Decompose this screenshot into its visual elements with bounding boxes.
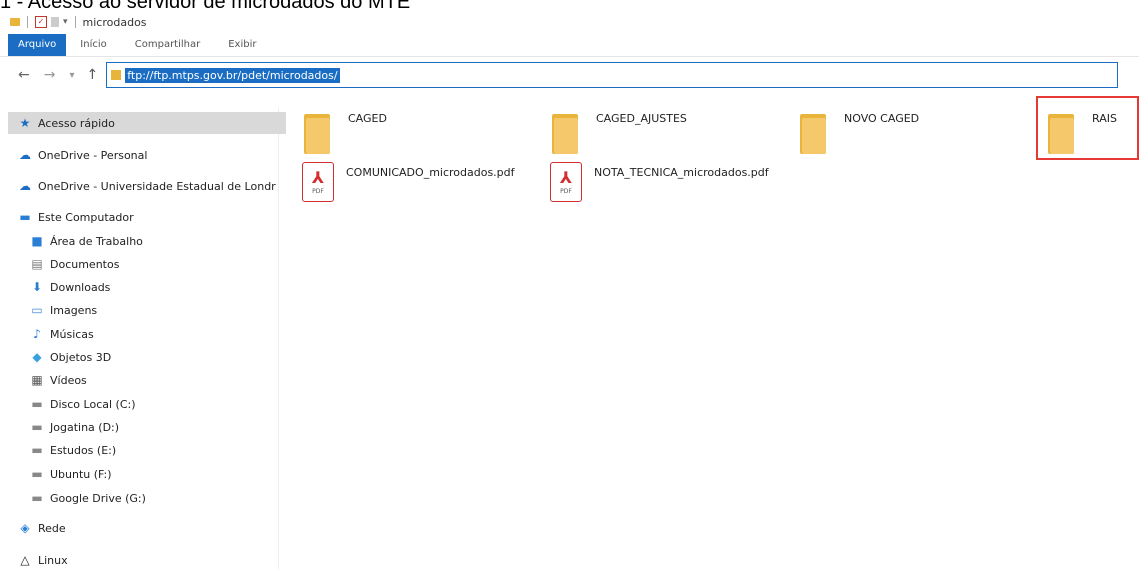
cloud-icon: ☁ — [19, 148, 31, 162]
sidebar-item-ubuntu-f[interactable]: ▬ Ubuntu (F:) — [30, 463, 112, 485]
folder-icon — [1048, 114, 1074, 154]
file-name: CAGED — [348, 112, 387, 125]
sidebar-item-acesso-rapido[interactable]: ★ Acesso rápido — [8, 112, 286, 134]
file-name: CAGED_AJUSTES — [596, 112, 687, 125]
videos-icon: ▦ — [31, 373, 43, 387]
star-icon: ★ — [19, 116, 31, 130]
ribbon-tabs: Arquivo Início Compartilhar Exibir — [0, 34, 1139, 57]
folder-item-novo-caged[interactable]: NOVO CAGED — [800, 108, 919, 154]
sidebar-item-imagens[interactable]: ▭ Imagens — [30, 299, 97, 321]
folder-item-caged[interactable]: CAGED — [304, 108, 387, 154]
address-bar: ← → ▾ ↑ ftp://ftp.mtps.gov.br/pdet/micro… — [0, 60, 1139, 90]
sidebar-item-onedrive-personal[interactable]: ☁ OneDrive - Personal — [18, 144, 147, 166]
sidebar-item-label: Acesso rápido — [38, 116, 115, 130]
address-path[interactable]: ftp://ftp.mtps.gov.br/pdet/microdados/ — [125, 67, 340, 83]
sidebar-item-label: Músicas — [50, 327, 94, 341]
tab-compartilhar[interactable]: Compartilhar — [121, 34, 214, 56]
title-bar: ✓ ▾ microdados — [0, 12, 1139, 32]
separator — [27, 16, 28, 28]
sidebar-item-label: Jogatina (D:) — [50, 420, 120, 434]
sidebar-item-google-drive-g[interactable]: ▬ Google Drive (G:) — [30, 487, 146, 509]
folder-icon — [800, 114, 826, 154]
sidebar-item-videos[interactable]: ▦ Vídeos — [30, 369, 87, 391]
sidebar-item-label: Estudos (E:) — [50, 443, 117, 457]
new-folder-icon[interactable] — [51, 17, 59, 27]
folder-item-rais[interactable]: RAIS — [1048, 108, 1117, 154]
folder-icon[interactable] — [10, 18, 20, 26]
file-item-nota-tecnica-pdf[interactable]: ⅄ PDF NOTA_TECNICA_microdados.pdf — [550, 162, 769, 202]
network-icon: ◈ — [20, 521, 30, 535]
drive-icon: ▬ — [31, 397, 43, 411]
customize-toolbar-icon[interactable]: ▾ — [63, 17, 68, 27]
sidebar-item-label: Área de Trabalho — [50, 234, 143, 248]
desktop-icon: ■ — [31, 234, 43, 248]
forward-arrow-icon[interactable]: → — [44, 67, 56, 83]
cloud-icon: ☁ — [19, 179, 31, 193]
sidebar-item-este-computador[interactable]: ▬ Este Computador — [18, 206, 134, 228]
file-name: COMUNICADO_microdados.pdf — [346, 166, 515, 179]
file-item-comunicado-pdf[interactable]: ⅄ PDF COMUNICADO_microdados.pdf — [302, 162, 515, 202]
sidebar-item-musicas[interactable]: ♪ Músicas — [30, 323, 94, 345]
tab-inicio[interactable]: Início — [66, 34, 120, 56]
sidebar-item-area-de-trabalho[interactable]: ■ Área de Trabalho — [30, 230, 143, 252]
file-name: NOVO CAGED — [844, 112, 920, 125]
sidebar-item-label: Google Drive (G:) — [50, 491, 146, 505]
sidebar-item-objetos-3d[interactable]: ◆ Objetos 3D — [30, 346, 111, 368]
folder-icon — [111, 70, 122, 80]
folder-icon — [304, 114, 330, 154]
pdf-file-icon: ⅄ PDF — [302, 162, 334, 202]
sidebar-item-label: Objetos 3D — [50, 350, 112, 364]
sidebar-item-label: Rede — [38, 521, 66, 535]
tab-arquivo[interactable]: Arquivo — [8, 34, 67, 56]
sidebar-item-disco-local-c[interactable]: ▬ Disco Local (C:) — [30, 393, 136, 415]
sidebar-item-rede[interactable]: ◈ Rede — [18, 517, 66, 539]
recent-locations-icon[interactable]: ▾ — [69, 70, 74, 81]
folder-icon — [552, 114, 578, 154]
sidebar-item-label: Disco Local (C:) — [50, 397, 136, 411]
drive-icon: ▬ — [31, 420, 43, 434]
separator — [74, 16, 76, 28]
sidebar-item-label: Downloads — [50, 280, 111, 294]
drive-icon: ▬ — [31, 443, 43, 457]
navigation-pane: ★ Acesso rápido ☁ OneDrive - Personal ☁ … — [0, 108, 286, 571]
sidebar-item-label: Vídeos — [50, 373, 87, 387]
sidebar-item-linux[interactable]: △ Linux — [18, 549, 68, 571]
sidebar-item-jogatina-d[interactable]: ▬ Jogatina (D:) — [30, 416, 119, 438]
up-arrow-icon[interactable]: ↑ — [87, 67, 99, 83]
download-icon: ⬇ — [31, 280, 43, 294]
sidebar-item-label: Ubuntu (F:) — [50, 467, 112, 481]
properties-icon[interactable]: ✓ — [35, 16, 47, 28]
sidebar-item-label: OneDrive - Personal — [38, 148, 148, 162]
window-title: microdados — [82, 15, 147, 29]
quick-access-toolbar: ✓ ▾ — [10, 16, 79, 28]
file-name: RAIS — [1092, 112, 1117, 125]
documents-icon: ▤ — [31, 257, 43, 271]
folder-item-caged-ajustes[interactable]: CAGED_AJUSTES — [552, 108, 687, 154]
images-icon: ▭ — [31, 303, 43, 317]
sidebar-item-label: OneDrive - Universidade Estadual de Lond… — [38, 179, 276, 193]
drive-icon: ▬ — [31, 491, 43, 505]
file-name: NOTA_TECNICA_microdados.pdf — [594, 166, 769, 179]
objects3d-icon: ◆ — [32, 350, 42, 364]
address-input[interactable]: ftp://ftp.mtps.gov.br/pdet/microdados/ — [106, 62, 1119, 88]
tab-exibir[interactable]: Exibir — [214, 34, 270, 56]
back-arrow-icon[interactable]: ← — [18, 67, 30, 83]
sidebar-item-label: Documentos — [50, 257, 120, 271]
sidebar-item-label: Este Computador — [38, 210, 134, 224]
sidebar-item-onedrive-uel[interactable]: ☁ OneDrive - Universidade Estadual de Lo… — [18, 175, 276, 197]
drive-icon: ▬ — [31, 467, 43, 481]
sidebar-item-estudos-e[interactable]: ▬ Estudos (E:) — [30, 439, 116, 461]
music-icon: ♪ — [33, 327, 41, 341]
pdf-file-icon: ⅄ PDF — [550, 162, 582, 202]
linux-icon: △ — [20, 553, 30, 567]
computer-icon: ▬ — [19, 210, 31, 224]
sidebar-item-downloads[interactable]: ⬇ Downloads — [30, 276, 110, 298]
sidebar-item-documentos[interactable]: ▤ Documentos — [30, 253, 119, 275]
sidebar-item-label: Imagens — [50, 303, 98, 317]
file-list: CAGED CAGED_AJUSTES NOVO CAGED RAIS ⅄ PDF… — [290, 96, 1139, 569]
sidebar-item-label: Linux — [38, 553, 68, 567]
